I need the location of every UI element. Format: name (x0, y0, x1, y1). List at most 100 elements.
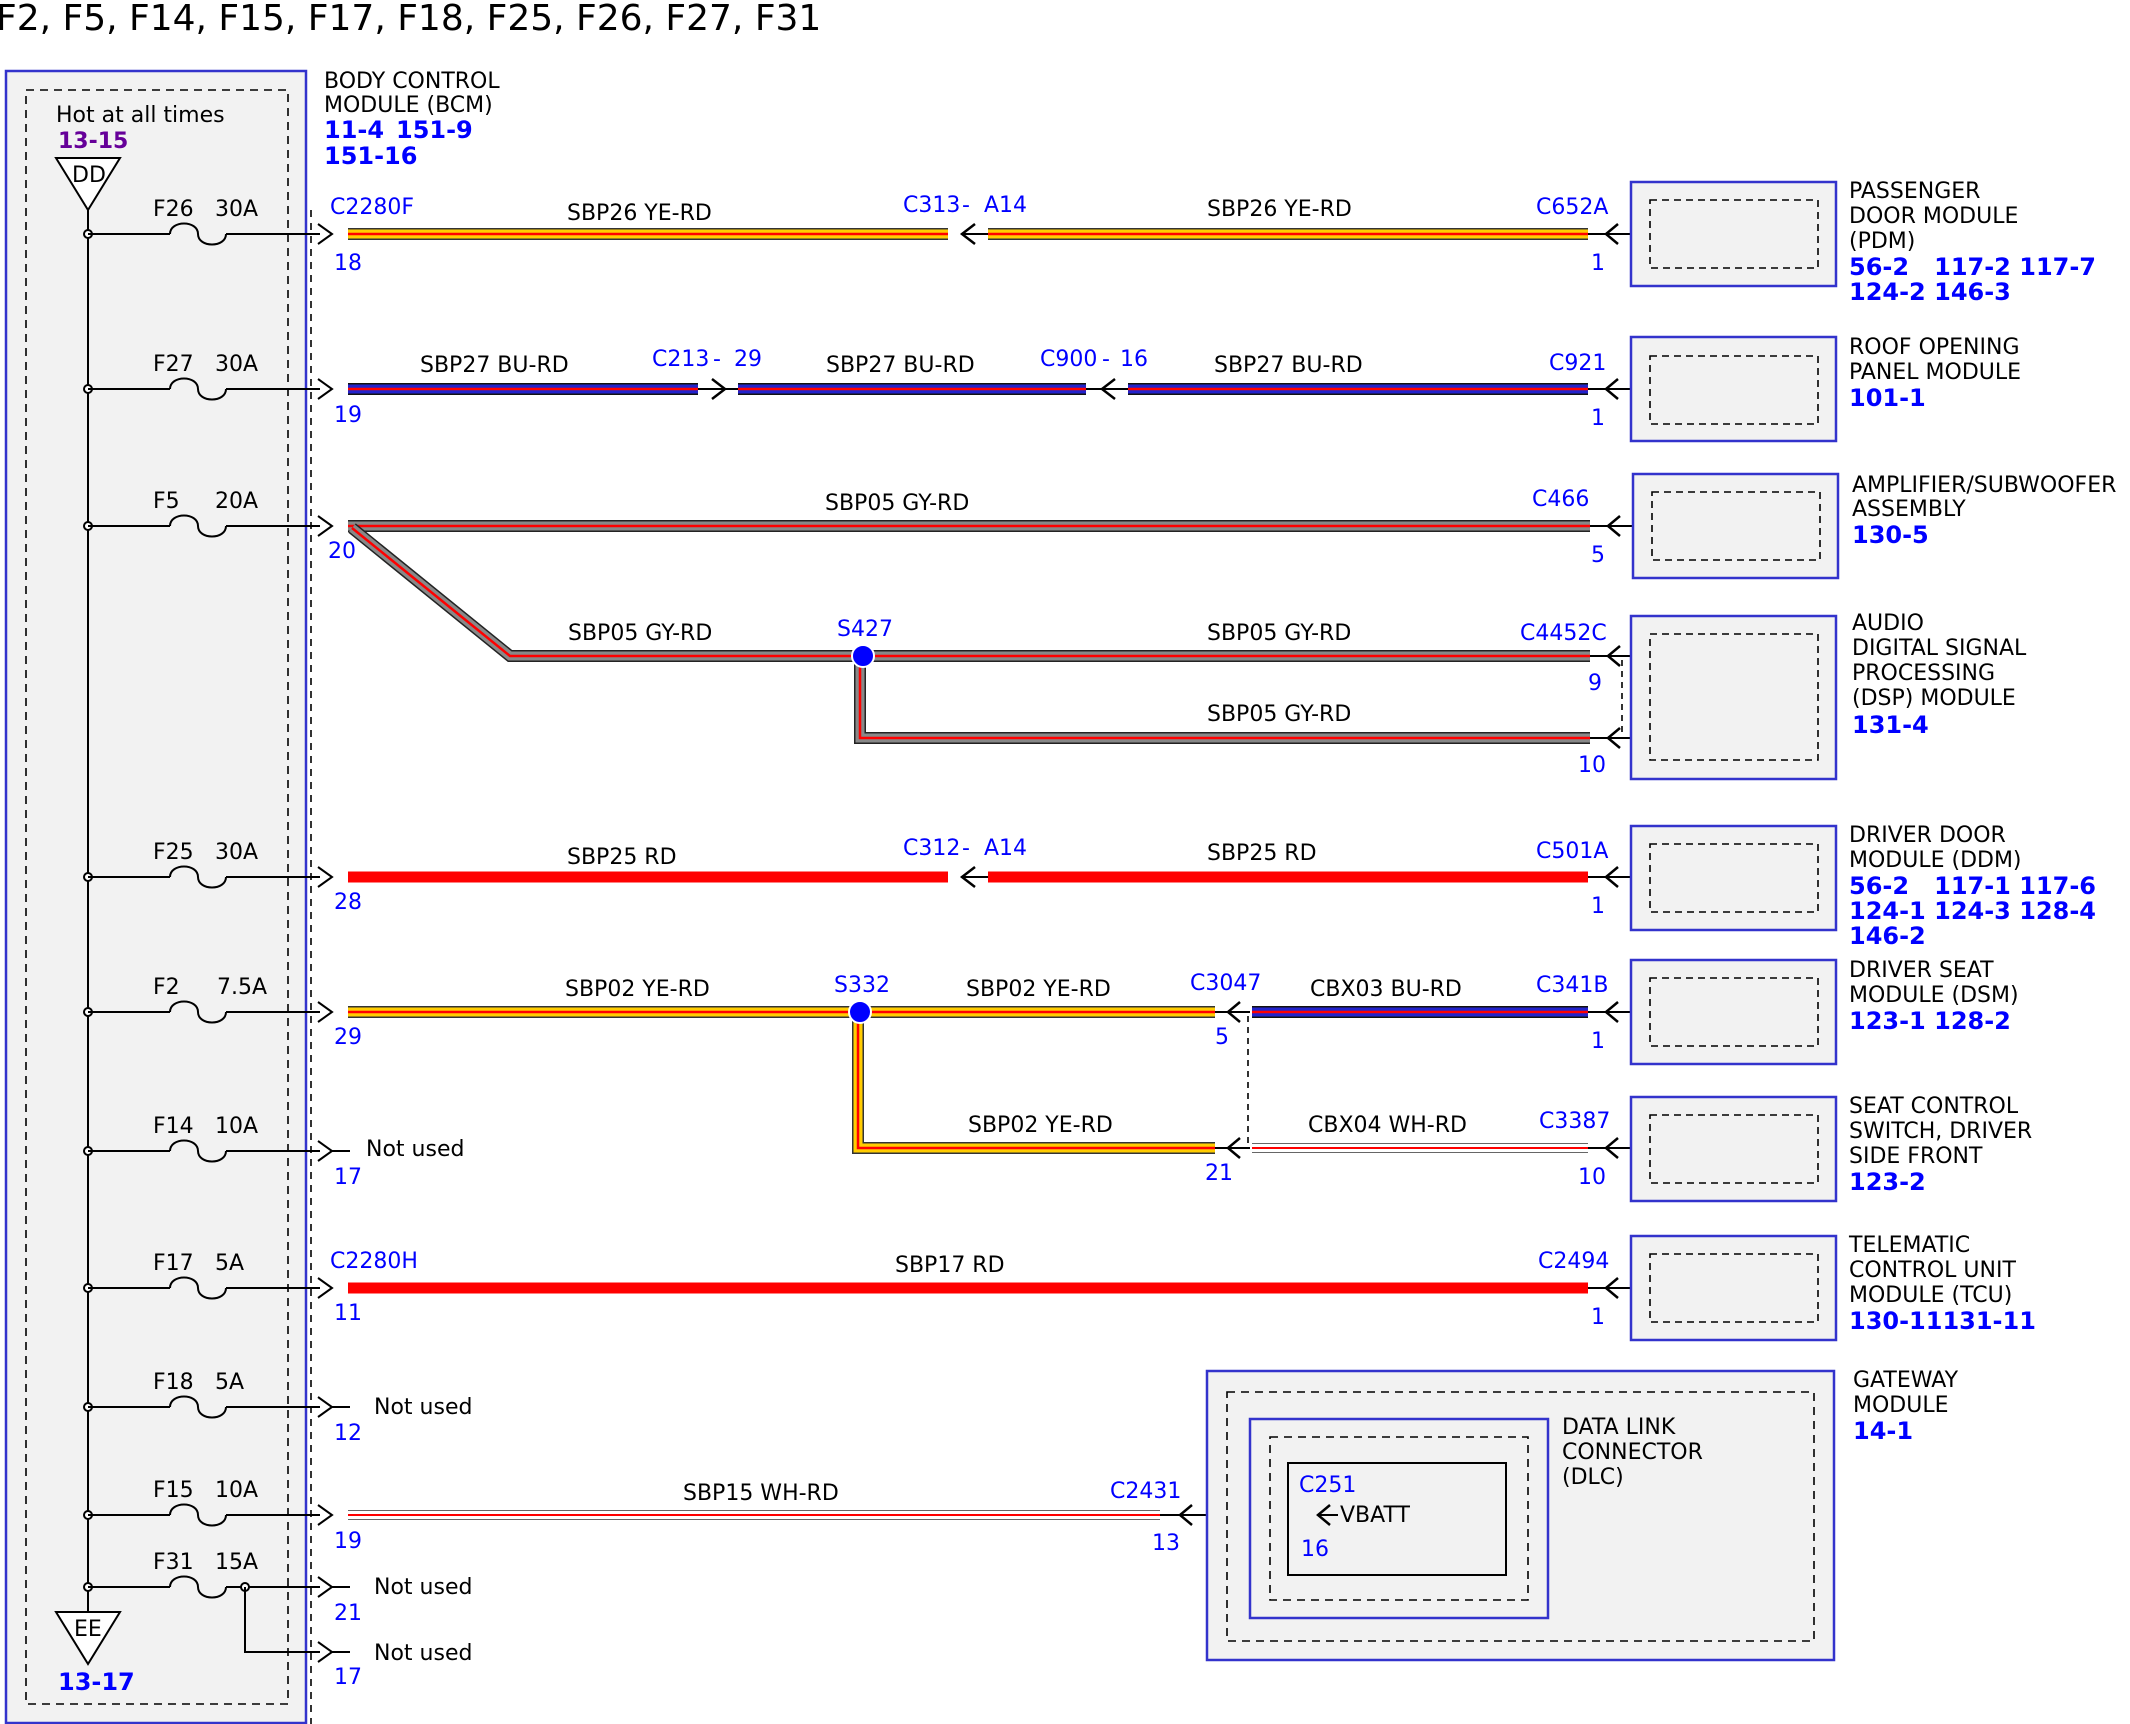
connector-label: C900 (1040, 347, 1097, 372)
pin-number: 17 (334, 1165, 362, 1190)
fuse-amps: 5A (215, 1370, 244, 1395)
module-name: MODULE (TCU) (1849, 1283, 2012, 1308)
wire-label: SBP27 BU-RD (420, 353, 569, 378)
bus-bottom-ref: 13-17 (58, 1668, 135, 1696)
module-name: CONTROL UNIT (1849, 1258, 2016, 1283)
gateway-module: C251 16 VBATT DATA LINK CONNECTOR (DLC) … (1205, 1368, 1959, 1662)
wire-label: SBP25 RD (1207, 841, 1317, 866)
module-name: (PDM) (1849, 229, 1915, 254)
fuse-amps: 7.5A (217, 975, 267, 1000)
bus-top-label: DD (72, 163, 106, 188)
module-name: PASSENGER (1849, 179, 1980, 204)
fuse-label: F26 (153, 197, 194, 222)
dsm-module: C341B 1 DRIVER SEAT MODULE (DSM) 123-1 1… (1536, 958, 2019, 1066)
splice-label: S427 (837, 617, 893, 642)
wire-label: SBP05 GY-RD (1207, 702, 1351, 727)
fuse-amps: 15A (215, 1550, 258, 1575)
dlc-name: (DLC) (1562, 1465, 1624, 1490)
fuse-amps: 30A (215, 197, 258, 222)
bcm-name-line2: MODULE (BCM) (324, 93, 493, 118)
wire-label: CBX04 WH-RD (1308, 1113, 1467, 1138)
wire-label: SBP02 YE-RD (565, 977, 710, 1002)
svg-text:-: - (1102, 347, 1110, 372)
module-name: DRIVER DOOR (1849, 823, 2006, 848)
wire-label: SBP05 GY-RD (568, 621, 712, 646)
module-name: TELEMATIC (1848, 1233, 1970, 1258)
wire-sbp02: S332 SBP02 YE-RD SBP02 YE-RD SBP02 YE-RD… (348, 971, 1588, 1186)
wire-label: CBX03 BU-RD (1310, 977, 1462, 1002)
bcm-ref: 151-9 (396, 116, 473, 144)
not-used-label: Not used (374, 1641, 472, 1666)
module-ref: 124-1 124-3 128-4 (1849, 897, 2096, 925)
wire-sbp17: SBP17 RD (348, 1253, 1588, 1294)
fuse-label: F5 (153, 489, 180, 514)
seat-control-switch: C3387 10 SEAT CONTROL SWITCH, DRIVER SID… (1539, 1094, 2032, 1203)
svg-text:-: - (962, 193, 970, 218)
wire-label: SBP05 GY-RD (825, 491, 969, 516)
not-used-label: Not used (374, 1395, 472, 1420)
connector-label: C341B (1536, 973, 1608, 998)
bus-bottom-label: EE (74, 1617, 102, 1642)
bcm-module: Hot at all times 13-15 DD EE 13-17 BODY … (4, 69, 500, 1724)
connector-label: C466 (1532, 487, 1589, 512)
connector-pin: 1 (1591, 894, 1605, 919)
connector-label: C2431 (1110, 1479, 1181, 1504)
ddm-module: C501A 1 DRIVER DOOR MODULE (DDM) 56-2 11… (1536, 823, 2096, 950)
module-ref: 130-5 (1852, 521, 1929, 549)
module-name: SWITCH, DRIVER (1849, 1119, 2032, 1144)
wire-label: SBP05 GY-RD (1207, 621, 1351, 646)
fuse-amps: 10A (215, 1478, 258, 1503)
pin-number: 17 (334, 1665, 362, 1690)
connector-label: C312 (903, 836, 960, 861)
module-name: PANEL MODULE (1849, 360, 2021, 385)
wire-label: SBP02 YE-RD (968, 1113, 1113, 1138)
pin-number: 29 (334, 1025, 362, 1050)
connector-pin: 5 (1591, 543, 1605, 568)
module-ref: 123-2 (1849, 1168, 1926, 1196)
pin-number: 19 (334, 403, 362, 428)
module-name: SEAT CONTROL (1849, 1094, 2019, 1119)
module-name: MODULE (1853, 1393, 1949, 1418)
module-name: DIGITAL SIGNAL (1852, 636, 2027, 661)
wire-sbp26: SBP26 YE-RD SBP26 YE-RD C313 - A14 (348, 193, 1588, 245)
module-name: AUDIO (1852, 611, 1924, 636)
connector-label: C2494 (1538, 1249, 1609, 1274)
pin-number: 28 (334, 890, 362, 915)
connector-label: C3047 (1190, 971, 1261, 996)
module-name: DRIVER SEAT (1849, 958, 1994, 983)
svg-text:-: - (962, 836, 970, 861)
connector-label: C501A (1536, 839, 1608, 864)
connector-pin: 10 (1578, 1165, 1606, 1190)
module-name: DOOR MODULE (1849, 204, 2018, 229)
fuse-label: F25 (153, 840, 194, 865)
connector-label: C921 (1549, 351, 1606, 376)
bcm-ref: 151-16 (324, 142, 417, 170)
module-ref: 56-2 117-2 117-7 (1849, 253, 2096, 281)
connector-pin: 1 (1591, 251, 1605, 276)
module-name: GATEWAY (1853, 1368, 1959, 1393)
fuse-label: F14 (153, 1114, 194, 1139)
connector-pin: 21 (1205, 1161, 1233, 1186)
dlc-name: DATA LINK (1562, 1415, 1676, 1440)
bcm-name-line1: BODY CONTROL (324, 69, 500, 94)
connector-label: C213 (652, 347, 709, 372)
connector-pin: 9 (1588, 671, 1602, 696)
connector-pin: 29 (734, 347, 762, 372)
page-title: F2, F5, F14, F15, F17, F18, F25, F26, F2… (0, 0, 821, 39)
module-ref: 101-1 (1849, 384, 1926, 412)
connector-label: C4452C (1520, 621, 1607, 646)
module-name: SIDE FRONT (1849, 1144, 1983, 1169)
pdm-module: C652A 1 PASSENGER DOOR MODULE (PDM) 56-2… (1536, 179, 2096, 306)
wire-sbp05: S427 SBP05 GY-RD SBP05 GY-RD SBP05 GY-RD… (348, 491, 1590, 744)
wire-label: SBP26 YE-RD (1207, 197, 1352, 222)
connector-label: C3387 (1539, 1109, 1610, 1134)
wire-sbp25: SBP25 RD SBP25 RD C312 - A14 (348, 836, 1588, 888)
pin-number: 21 (334, 1601, 362, 1626)
connector-pin: 13 (1152, 1531, 1180, 1556)
fuse-amps: 30A (215, 352, 258, 377)
fuse-amps: 5A (215, 1251, 244, 1276)
connector-pin: 5 (1215, 1025, 1229, 1050)
pin-number: 20 (328, 539, 356, 564)
tcu-module: C2494 1 TELEMATIC CONTROL UNIT MODULE (T… (1538, 1233, 2036, 1342)
module-ref: 123-1 128-2 (1849, 1007, 2011, 1035)
